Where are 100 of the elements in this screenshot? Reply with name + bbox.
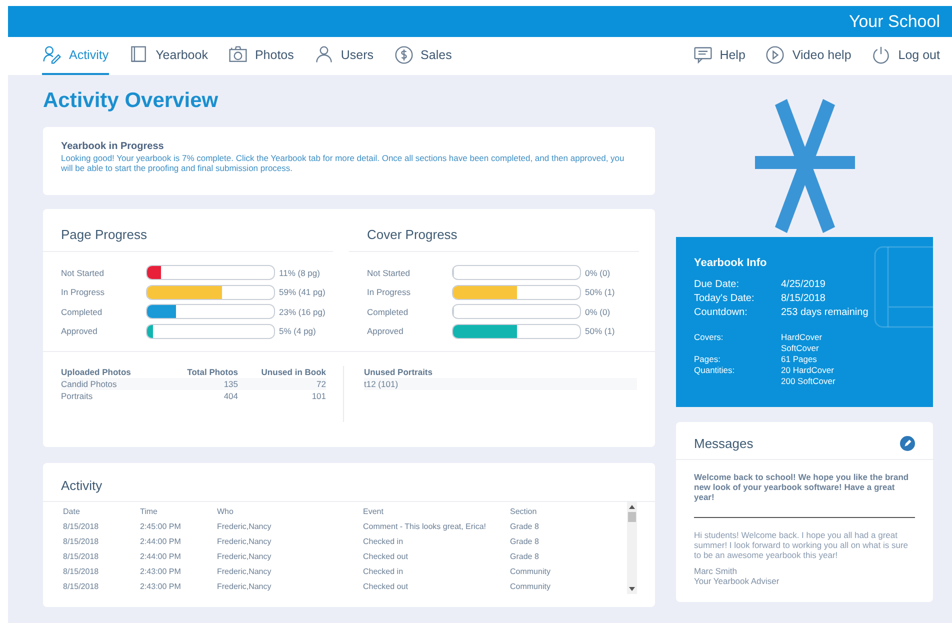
table-cell-text: 101 [310,390,326,402]
chat-bubble-icon [692,45,713,65]
table-cell-text: 2:44:00 PM [140,552,182,561]
column-header: Date [63,507,81,516]
column-header: Uploaded Photos [61,366,132,378]
info-label: Today's Date: [694,292,756,306]
dollar-icon [394,45,414,65]
nav-tab[interactable]: Activity [42,37,109,75]
progress-reading: 23% (16 pg) [279,306,326,317]
edit-icon[interactable] [900,436,915,451]
progress-label: In Progress [367,287,412,298]
info-title: Yearbook Info [694,257,768,269]
progress-label: In Progress [61,287,106,298]
table-cell-text: Checked out [363,552,409,561]
progress-label: Completed [61,306,104,317]
table-cell-text: Frederic,Nancy [217,582,272,591]
info-value: 20 HardCover [781,365,835,376]
table-cell: t12 (101) [364,378,637,390]
info-label: Pages: [694,354,722,365]
message-signature: Marc Smith [694,566,738,576]
table-cell-text: Frederic,Nancy [217,537,272,546]
scroll-thumb[interactable] [628,512,636,522]
scroll-up-icon[interactable] [629,505,635,509]
table-cell-text: 2:45:00 PM [140,522,182,531]
nav-link[interactable]: Help [692,37,746,75]
table-cell-text: Checked in [363,567,404,576]
table-cell-text: 8/15/2018 [63,537,100,546]
table-cell-text: 8/15/2018 [63,552,100,561]
page-title: Activity Overview [43,89,220,113]
info-label: Due Date: [694,278,740,292]
power-icon [871,45,892,65]
table-cell-text: 2:43:00 PM [140,567,182,576]
info-value: 4/25/2019 [781,278,826,292]
nav-tab[interactable]: Photos [228,37,294,75]
table-cell-text: Grade 8 [510,522,540,531]
scroll-down-icon[interactable] [629,587,635,591]
progress-reading: 0% (0) [585,268,610,278]
info-value: 253 days remaining [781,306,870,320]
scrollbar[interactable] [627,502,637,594]
column-header: Event [363,507,384,516]
table-cell-text: Portraits [61,390,94,402]
book-icon [128,45,149,65]
table-cell-text: Community [510,582,552,591]
message-text: Hi students! Welcome back. I hope you all had a great summer! I look forward to working you all on what is sure to be an awesome yearbook this year! [693,528,910,560]
message-signature: Your Yearbook Adviser [694,576,780,586]
table-cell-text: Frederic,Nancy [217,567,272,576]
section-title: Activity [43,463,655,502]
nav-tab[interactable]: Yearbook [128,37,208,75]
user-icon [314,45,334,65]
info-value: 200 SoftCover [781,376,836,387]
progress-reading: 59% (41 pg) [279,287,326,298]
info-label: Quantities: [694,365,736,376]
camera-icon [228,45,248,65]
nav-tab[interactable]: Sales [394,37,452,75]
info-value: SoftCover [781,343,820,354]
column-header: Total Photos [186,366,238,378]
column-header: Unused in Book [260,366,326,378]
column-header: Who [217,507,234,516]
table-cell-text: 404 [222,390,238,402]
table-cell-text: Checked in [363,537,404,546]
progress-reading: 50% (1) [585,287,615,298]
table-cell-text: Grade 8 [510,552,540,561]
table-cell-text: 72 [316,378,326,390]
table-cell-text: Checked out [363,582,409,591]
progress-label: Completed [367,306,410,317]
progress-label: Not Started [61,268,105,278]
info-value: HardCover [781,332,824,343]
info-label: Countdown: [694,306,748,320]
school-name: Your School [848,12,940,32]
table-cell-text: 8/15/2018 [63,582,100,591]
progress-reading: 0% (0) [585,306,610,317]
table-cell-text: 8/15/2018 [63,567,100,576]
progress-label: Not Started [367,268,411,278]
table-cell-text: Grade 8 [510,537,540,546]
info-value: 61 Pages [781,354,818,365]
column-header: Section [510,507,538,516]
table-cell-text: 2:43:00 PM [140,582,182,591]
table-cell-text: 2:44:00 PM [140,537,182,546]
section-title: Messages [694,436,754,451]
column-header: Time [140,507,158,516]
message-highlight: Welcome back to school! We hope you like the brand new look of your yearbook software! Have a great year! [694,460,915,518]
info-value: 8/15/2018 [781,292,826,306]
nav-link[interactable]: Log out [871,37,940,75]
users-pen-icon [42,45,62,65]
nav-tab[interactable]: Users [314,37,374,75]
column-header: Unused Portraits [364,366,434,378]
notice-text: Looking good! Your yearbook is 7% complete. Click the Yearbook tab for more detail. Once all sections have been completed, and then approved, you will be able to start the proofing and final submission process. [61,154,626,174]
progress-label: Approved [61,326,98,336]
table-cell-text: Candid Photos [61,378,118,390]
play-icon [765,45,786,65]
section-title: Cover Progress [349,209,639,252]
table-cell-text: 135 [222,378,238,390]
table-cell-text: Frederic,Nancy [217,552,272,561]
table-cell-text: Frederic,Nancy [217,522,272,531]
progress-reading: 11% (8 pg) [279,268,320,278]
info-label: Covers: [694,332,724,343]
nav-link[interactable]: Video help [765,37,852,75]
progress-label: Approved [367,326,404,336]
table-cell-text: Comment - This looks great, Erica! [363,522,488,531]
section-title: Page Progress [43,209,333,252]
